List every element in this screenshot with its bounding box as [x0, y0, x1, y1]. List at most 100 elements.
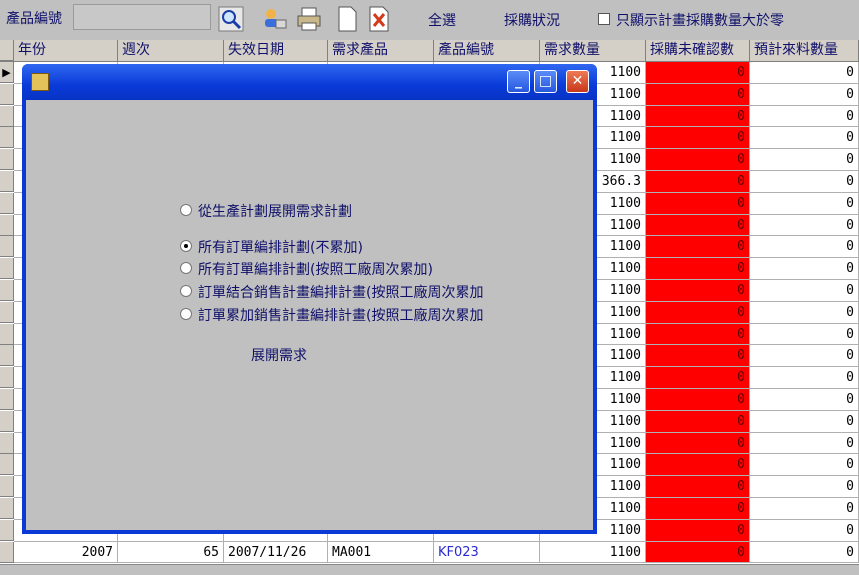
- column-header[interactable]: 預計來料數量: [750, 40, 859, 61]
- option-radio[interactable]: [180, 285, 192, 297]
- grid-cell-unconfirmed[interactable]: 0: [646, 258, 750, 280]
- column-header[interactable]: 需求數量: [540, 40, 646, 61]
- option-label[interactable]: 訂單累加銷售計畫編排計畫(按照工廠周次累加: [198, 305, 483, 325]
- dialog-titlebar[interactable]: _ □ ✕: [22, 64, 597, 100]
- grid-cell-incoming[interactable]: 0: [750, 410, 859, 433]
- row-selector[interactable]: [0, 280, 14, 301]
- grid-cell-unconfirmed[interactable]: 0: [646, 389, 750, 411]
- option-label[interactable]: 從生產計劃展開需求計劃: [198, 201, 352, 221]
- grid-cell-product[interactable]: MA001: [328, 541, 434, 564]
- row-selector[interactable]: [0, 323, 14, 345]
- grid-cell-incoming[interactable]: 0: [750, 258, 859, 280]
- purchase-status-button[interactable]: 採購狀況: [504, 10, 560, 30]
- minimize-icon[interactable]: _: [507, 70, 530, 93]
- row-selector[interactable]: [0, 171, 14, 192]
- grid-cell-incoming[interactable]: 0: [750, 236, 859, 259]
- grid-cell-incoming[interactable]: 0: [750, 127, 859, 150]
- column-header[interactable]: 年份: [14, 40, 118, 61]
- row-selector[interactable]: [0, 498, 14, 519]
- grid-cell-unconfirmed[interactable]: 0: [646, 171, 750, 193]
- row-selector[interactable]: [0, 367, 14, 389]
- grid-cell-incoming[interactable]: 0: [750, 301, 859, 324]
- grid-cell-incoming[interactable]: 0: [750, 62, 859, 84]
- product-code-input[interactable]: [73, 4, 211, 30]
- grid-cell-unconfirmed[interactable]: 0: [646, 323, 750, 346]
- grid-cell-unconfirmed[interactable]: 0: [646, 541, 750, 564]
- row-selector[interactable]: [0, 236, 14, 258]
- grid-cell-unconfirmed[interactable]: 0: [646, 301, 750, 324]
- grid-cell-incoming[interactable]: 0: [750, 280, 859, 302]
- user-edit-icon[interactable]: [262, 6, 288, 32]
- grid-cell-incoming[interactable]: 0: [750, 214, 859, 237]
- row-selector[interactable]: [0, 432, 14, 454]
- grid-cell-unconfirmed[interactable]: 0: [646, 105, 750, 128]
- cancel-document-icon[interactable]: [366, 6, 392, 32]
- row-selector[interactable]: [0, 214, 14, 236]
- row-selector[interactable]: [0, 149, 14, 171]
- row-selector[interactable]: [0, 454, 14, 476]
- option-label[interactable]: 所有訂單編排計劃(按照工廠周次累加): [198, 259, 433, 279]
- grid-cell-unconfirmed[interactable]: 0: [646, 454, 750, 477]
- row-selector[interactable]: [0, 345, 14, 367]
- grid-cell-unconfirmed[interactable]: 0: [646, 236, 750, 259]
- grid-cell-code[interactable]: KF023: [434, 541, 540, 564]
- grid-cell-week[interactable]: 65: [118, 541, 224, 564]
- grid-cell-incoming[interactable]: 0: [750, 476, 859, 498]
- close-icon[interactable]: ✕: [566, 70, 589, 93]
- grid-cell-unconfirmed[interactable]: 0: [646, 519, 750, 542]
- grid-cell-incoming[interactable]: 0: [750, 454, 859, 477]
- new-document-icon[interactable]: [334, 6, 360, 32]
- maximize-icon[interactable]: □: [534, 70, 557, 93]
- grid-cell-unconfirmed[interactable]: 0: [646, 214, 750, 237]
- grid-cell-qty[interactable]: 1100: [540, 541, 646, 564]
- grid-cell-incoming[interactable]: 0: [750, 83, 859, 106]
- row-selector[interactable]: [0, 410, 14, 432]
- grid-cell-unconfirmed[interactable]: 0: [646, 127, 750, 150]
- grid-cell-incoming[interactable]: 0: [750, 519, 859, 542]
- grid-cell-expiry[interactable]: 2007/11/26: [224, 541, 328, 564]
- grid-cell-incoming[interactable]: 0: [750, 498, 859, 520]
- row-selector[interactable]: ▶: [0, 62, 14, 83]
- grid-cell-unconfirmed[interactable]: 0: [646, 345, 750, 368]
- grid-cell-unconfirmed[interactable]: 0: [646, 476, 750, 498]
- row-selector[interactable]: [0, 476, 14, 498]
- grid-cell-unconfirmed[interactable]: 0: [646, 149, 750, 171]
- grid-cell-unconfirmed[interactable]: 0: [646, 62, 750, 84]
- grid-cell-unconfirmed[interactable]: 0: [646, 367, 750, 389]
- select-all-button[interactable]: 全選: [428, 10, 456, 30]
- option-label[interactable]: 所有訂單編排計劃(不累加): [198, 237, 363, 257]
- grid-cell-incoming[interactable]: 0: [750, 192, 859, 215]
- option-radio[interactable]: [180, 204, 192, 216]
- row-selector[interactable]: [0, 192, 14, 214]
- grid-cell-unconfirmed[interactable]: 0: [646, 410, 750, 433]
- expand-demand-button[interactable]: 展開需求: [251, 345, 307, 365]
- row-selector[interactable]: [0, 105, 14, 127]
- column-header[interactable]: 產品編號: [434, 40, 540, 61]
- grid-cell-unconfirmed[interactable]: 0: [646, 192, 750, 215]
- column-header[interactable]: 週次: [118, 40, 224, 61]
- grid-cell-incoming[interactable]: 0: [750, 367, 859, 389]
- grid-cell-incoming[interactable]: 0: [750, 149, 859, 171]
- grid-cell-unconfirmed[interactable]: 0: [646, 280, 750, 302]
- row-selector[interactable]: [0, 389, 14, 410]
- option-radio[interactable]: [180, 240, 192, 252]
- option-radio[interactable]: [180, 262, 192, 274]
- filter-checkbox[interactable]: [598, 13, 610, 25]
- row-selector[interactable]: [0, 127, 14, 149]
- row-selector[interactable]: [0, 541, 14, 563]
- grid-cell-incoming[interactable]: 0: [750, 105, 859, 128]
- row-selector[interactable]: [0, 258, 14, 280]
- grid-cell-incoming[interactable]: 0: [750, 541, 859, 564]
- grid-cell-incoming[interactable]: 0: [750, 323, 859, 346]
- grid-cell-incoming[interactable]: 0: [750, 432, 859, 455]
- grid-cell-incoming[interactable]: 0: [750, 171, 859, 193]
- grid-cell-year[interactable]: 2007: [14, 541, 118, 564]
- option-label[interactable]: 訂單結合銷售計畫編排計畫(按照工廠周次累加: [198, 282, 483, 302]
- print-icon[interactable]: [296, 6, 322, 32]
- column-header[interactable]: 需求產品: [328, 40, 434, 61]
- row-selector[interactable]: [0, 301, 14, 323]
- search-icon[interactable]: [218, 6, 244, 32]
- grid-cell-unconfirmed[interactable]: 0: [646, 432, 750, 455]
- grid-cell-incoming[interactable]: 0: [750, 389, 859, 411]
- column-header[interactable]: 採購未確認數: [646, 40, 750, 61]
